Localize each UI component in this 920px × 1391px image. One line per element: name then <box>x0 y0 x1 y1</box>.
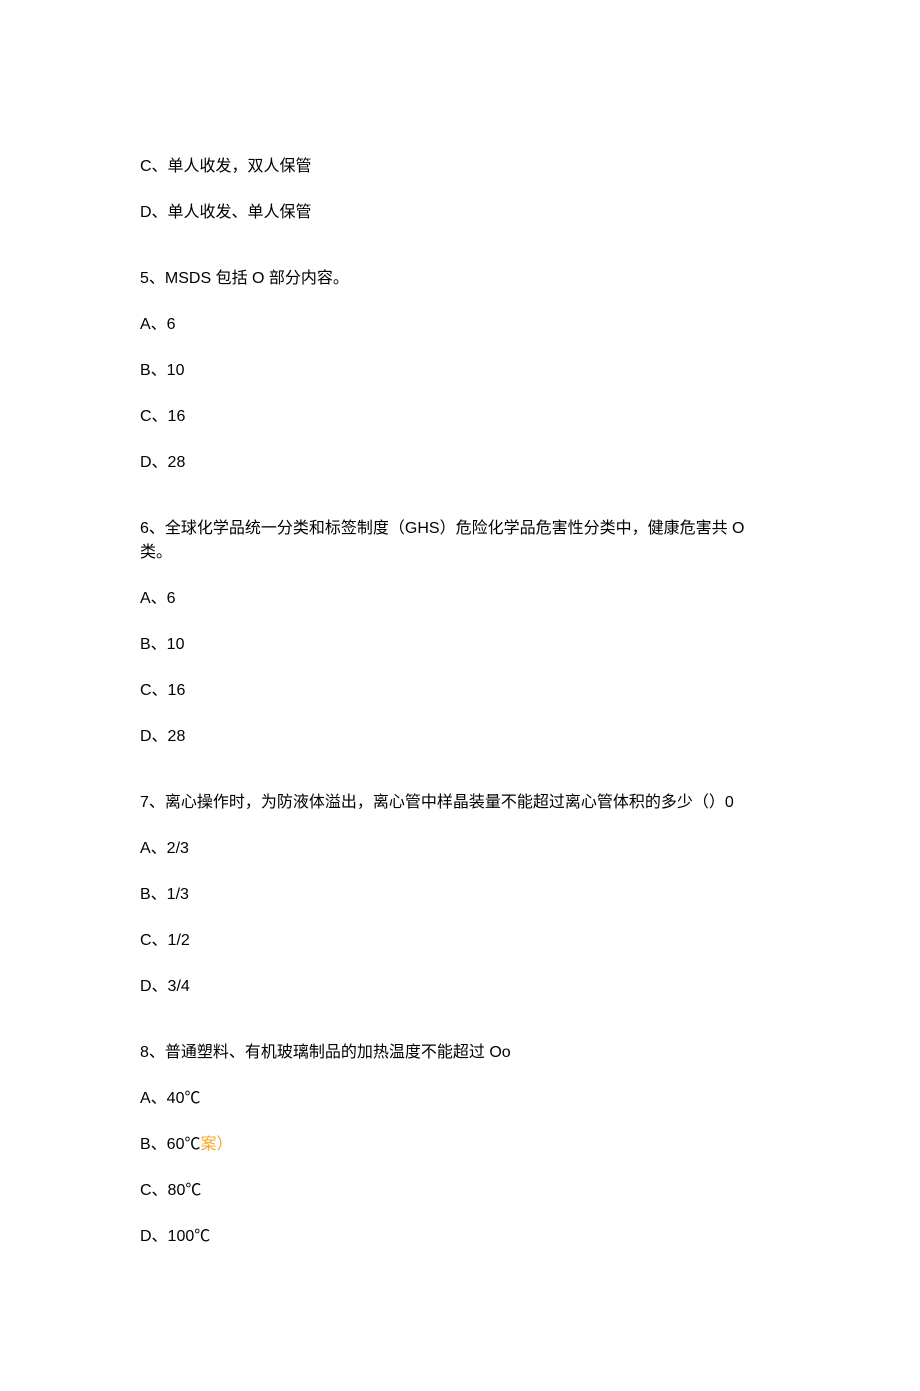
question-7-option-c: C、1/2 <box>140 929 780 953</box>
question-6-option-c: C、16 <box>140 679 780 703</box>
question-6-option-a: A、6 <box>140 587 780 611</box>
document-page: C、单人收发，双人保管 D、单人收发、单人保管 5、MSDS 包括 O 部分内容… <box>0 0 920 1391</box>
question-5-option-a: A、6 <box>140 313 780 337</box>
answer-marker: 案） <box>200 1136 232 1153</box>
question-7-option-a: A、2/3 <box>140 837 780 861</box>
question-5-option-b: B、10 <box>140 359 780 383</box>
question-8-option-a: A、40℃ <box>140 1087 780 1111</box>
question-8-option-b: B、60℃案） <box>140 1133 780 1157</box>
option-c: C、单人收发，双人保管 <box>140 155 780 179</box>
question-7-option-d: D、3/4 <box>140 975 780 999</box>
question-5-stem: 5、MSDS 包括 O 部分内容。 <box>140 267 780 291</box>
question-6-option-b: B、10 <box>140 633 780 657</box>
question-5-option-c: C、16 <box>140 405 780 429</box>
option-d: D、单人收发、单人保管 <box>140 201 780 225</box>
question-8-option-c: C、80℃ <box>140 1179 780 1203</box>
question-6-stem: 6、全球化学品统一分类和标签制度（GHS）危险化学品危害性分类中，健康危害共 O… <box>140 517 780 565</box>
question-8-stem: 8、普通塑料、有机玻璃制品的加热温度不能超过 Oo <box>140 1041 780 1065</box>
question-8-option-b-text: B、60℃ <box>140 1136 200 1153</box>
question-6-option-d: D、28 <box>140 725 780 749</box>
question-7-option-b: B、1/3 <box>140 883 780 907</box>
question-7-stem: 7、离心操作时，为防液体溢出，离心管中样晶装量不能超过离心管体积的多少（）0 <box>140 791 780 815</box>
question-8-option-d: D、100℃ <box>140 1225 780 1249</box>
question-5-option-d: D、28 <box>140 451 780 475</box>
